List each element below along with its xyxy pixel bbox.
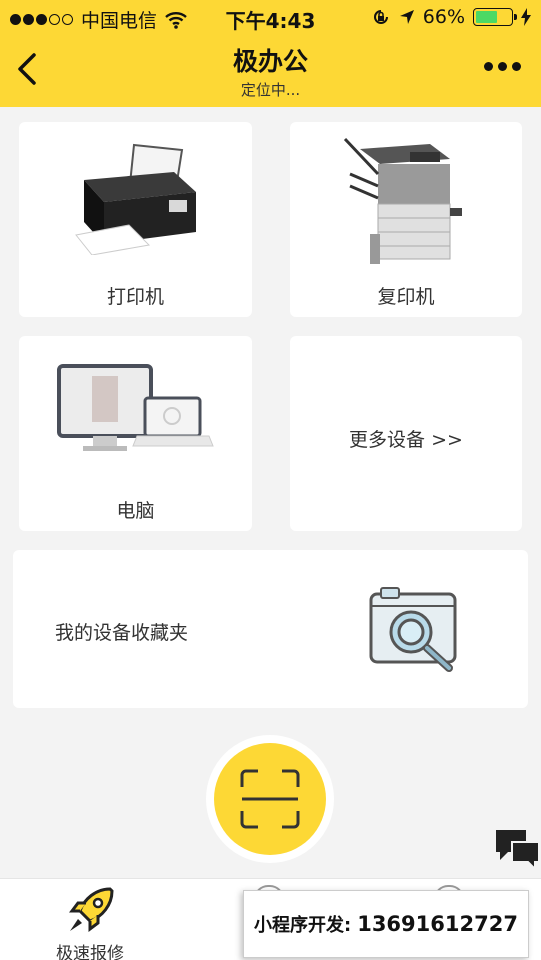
promo-label: 小程序开发: <box>254 915 352 936</box>
device-card-copier[interactable]: 复印机 <box>290 122 522 317</box>
status-bar: 中国电信 下午4:43 66% <box>0 0 541 34</box>
chat-bubbles-icon <box>496 830 540 872</box>
printer-icon <box>75 143 196 255</box>
device-card-printer[interactable]: 打印机 <box>19 122 252 317</box>
device-label: 电脑 <box>116 500 155 522</box>
location-arrow-icon <box>399 10 414 24</box>
device-label: 打印机 <box>106 286 164 308</box>
location-status: 定位中... <box>240 81 301 99</box>
computer-icon <box>57 364 214 451</box>
page-title: 极办公 <box>232 47 308 76</box>
scan-icon <box>240 769 300 829</box>
tab-quick-repair[interactable]: 极速报修 <box>40 879 140 960</box>
promo-phone: 13691612727 <box>357 912 518 936</box>
charging-icon <box>521 8 531 26</box>
scan-button[interactable] <box>214 743 326 855</box>
more-menu-button[interactable] <box>484 62 521 71</box>
orientation-lock-icon <box>373 10 388 24</box>
battery-percent: 66% <box>422 6 465 28</box>
tab-label: 极速报修 <box>56 944 124 960</box>
rocket-icon <box>69 887 114 932</box>
header: 中国电信 下午4:43 66% 极办公 定位中... <box>0 0 541 107</box>
favorites-label: 我的设备收藏夹 <box>55 622 189 644</box>
more-devices-card[interactable]: 更多设备 >> <box>290 336 522 531</box>
favorites-card[interactable]: 我的设备收藏夹 <box>13 550 528 708</box>
camera-search-icon <box>369 587 457 672</box>
device-label: 复印机 <box>377 286 435 308</box>
copier-icon <box>343 137 462 264</box>
battery-icon <box>473 8 517 26</box>
customer-service-button[interactable] <box>494 828 541 872</box>
device-card-computer[interactable]: 电脑 <box>19 336 252 531</box>
more-devices-label: 更多设备 >> <box>349 429 463 451</box>
promo-banner: 小程序开发: 13691612727 <box>243 890 529 958</box>
